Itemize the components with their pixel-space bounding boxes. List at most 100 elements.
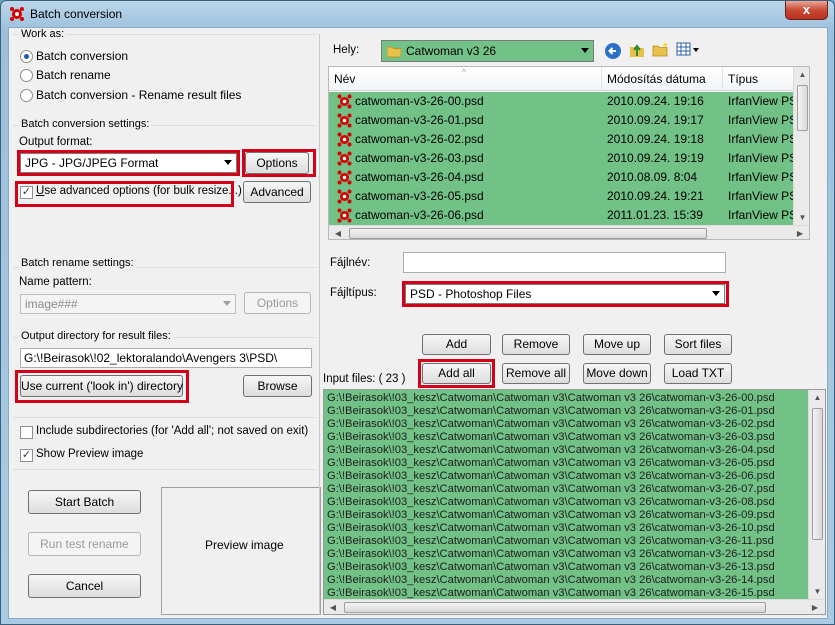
show-preview-checkbox[interactable]: ✓: [20, 449, 33, 462]
conversion-settings-title: Batch conversion settings:: [19, 118, 152, 130]
file-name: catwoman-v3-26-05.psd: [355, 189, 484, 203]
chevron-down-icon: [223, 301, 231, 306]
show-preview-label[interactable]: Show Preview image: [36, 448, 143, 460]
scroll-right-icon[interactable]: ▶: [810, 603, 820, 612]
radio-conversion-rename-label[interactable]: Batch conversion - Rename result files: [36, 88, 241, 102]
name-pattern-select[interactable]: image###: [20, 294, 236, 314]
filetype-label: Fájltípus:: [330, 287, 377, 299]
file-list[interactable]: Név ^ Módosítás dátuma Típus catwoman-v3…: [328, 66, 810, 240]
input-file-item[interactable]: G:\!Beirasok\!03_kesz\Catwoman\Catwoman …: [327, 483, 775, 496]
rename-options-button[interactable]: Options: [244, 292, 311, 314]
input-file-item[interactable]: G:\!Beirasok\!03_kesz\Catwoman\Catwoman …: [327, 405, 775, 418]
window-title: Batch conversion: [30, 7, 123, 21]
input-file-item[interactable]: G:\!Beirasok\!03_kesz\Catwoman\Catwoman …: [327, 470, 775, 483]
move-down-button[interactable]: Move down: [583, 363, 651, 384]
look-in-select[interactable]: Catwoman v3 26: [381, 40, 594, 62]
filename-label: Fájlnév:: [330, 257, 371, 269]
file-row[interactable]: catwoman-v3-26-06.psd 2011.01.23. 15:39 Ir…: [329, 206, 809, 225]
scroll-right-icon[interactable]: ▶: [795, 229, 805, 238]
scroll-left-icon[interactable]: ◀: [333, 229, 343, 238]
add-button[interactable]: Add: [422, 334, 491, 355]
title-bar[interactable]: Batch conversion x: [1, 1, 834, 27]
file-date: 2010.09.24. 19:16: [607, 94, 704, 108]
file-row[interactable]: catwoman-v3-26-02.psd 2010.09.24. 19:18 Ir…: [329, 130, 809, 149]
file-list-hscroll-thumb[interactable]: [349, 228, 707, 239]
radio-conversion-rename[interactable]: [20, 89, 33, 102]
input-file-item[interactable]: G:\!Beirasok\!03_kesz\Catwoman\Catwoman …: [327, 574, 775, 587]
input-file-item[interactable]: G:\!Beirasok\!03_kesz\Catwoman\Catwoman …: [327, 431, 775, 444]
input-files-list[interactable]: G:\!Beirasok\!03_kesz\Catwoman\Catwoman …: [323, 389, 826, 615]
name-pattern-label: Name pattern:: [19, 276, 92, 288]
scroll-left-icon[interactable]: ◀: [328, 603, 338, 612]
scroll-down-icon[interactable]: ▼: [809, 587, 825, 596]
load-txt-button[interactable]: Load TXT: [664, 363, 732, 384]
file-list-hscrollbar[interactable]: ◀ ▶: [329, 225, 809, 239]
advanced-button[interactable]: Advanced: [243, 181, 311, 203]
file-row[interactable]: catwoman-v3-26-00.psd 2010.09.24. 19:16 Ir…: [329, 92, 809, 111]
actions-divider: [13, 469, 316, 470]
radio-batch-rename[interactable]: [20, 69, 33, 82]
start-batch-button[interactable]: Start Batch: [28, 490, 141, 514]
psd-file-icon: [337, 94, 352, 109]
name-pattern-value: image###: [25, 297, 78, 311]
move-up-button[interactable]: Move up: [583, 334, 651, 355]
psd-file-icon: [337, 132, 352, 147]
input-file-item[interactable]: G:\!Beirasok\!03_kesz\Catwoman\Catwoman …: [327, 457, 775, 470]
run-test-rename-button[interactable]: Run test rename: [28, 532, 141, 556]
output-directory-input[interactable]: G:\!Beirasok\!02_lektoralando\Avengers 3…: [20, 348, 312, 368]
output-directory-title: Output directory for result files:: [19, 330, 173, 342]
up-folder-icon[interactable]: [628, 41, 646, 59]
close-icon: x: [802, 2, 811, 17]
radio-batch-conversion-label[interactable]: Batch conversion: [36, 49, 128, 63]
input-file-item[interactable]: G:\!Beirasok\!03_kesz\Catwoman\Catwoman …: [327, 392, 775, 405]
view-menu-icon[interactable]: [676, 42, 700, 58]
column-date[interactable]: Módosítás dátuma: [602, 67, 723, 91]
file-type: IrfanView PSD F: [728, 151, 794, 165]
browse-button[interactable]: Browse: [243, 375, 312, 397]
input-file-item[interactable]: G:\!Beirasok\!03_kesz\Catwoman\Catwoman …: [327, 509, 775, 522]
file-list-vscroll-thumb[interactable]: [797, 85, 808, 131]
input-list-hscrollbar[interactable]: ◀ ▶: [324, 599, 825, 614]
file-list-vscrollbar[interactable]: ▲ ▼: [793, 67, 809, 225]
file-row[interactable]: catwoman-v3-26-05.psd 2010.09.24. 19:21 Ir…: [329, 187, 809, 206]
folder-icon: [387, 46, 401, 58]
file-date: 2010.09.24. 19:17: [607, 113, 704, 127]
file-name: catwoman-v3-26-04.psd: [355, 170, 484, 184]
psd-file-icon: [337, 113, 352, 128]
input-file-item[interactable]: G:\!Beirasok\!03_kesz\Catwoman\Catwoman …: [327, 522, 775, 535]
filename-input[interactable]: [403, 252, 726, 273]
input-file-item[interactable]: G:\!Beirasok\!03_kesz\Catwoman\Catwoman …: [327, 418, 775, 431]
close-button[interactable]: x: [785, 1, 828, 20]
input-list-vscroll-thumb[interactable]: [812, 408, 823, 540]
sort-files-button[interactable]: Sort files: [664, 334, 732, 355]
scroll-down-icon[interactable]: ▼: [794, 213, 809, 222]
file-row[interactable]: catwoman-v3-26-01.psd 2010.09.24. 19:17 Ir…: [329, 111, 809, 130]
file-type: IrfanView PSD F: [728, 132, 794, 146]
remove-all-button[interactable]: Remove all: [502, 363, 570, 384]
input-list-hscroll-thumb[interactable]: [344, 602, 766, 613]
batch-conversion-window: Batch conversion x Work as: Batch conver…: [0, 0, 835, 625]
radio-batch-conversion[interactable]: [20, 50, 33, 63]
input-file-item[interactable]: G:\!Beirasok\!03_kesz\Catwoman\Catwoman …: [327, 535, 774, 548]
file-row[interactable]: catwoman-v3-26-03.psd 2010.09.24. 19:19 Ir…: [329, 149, 809, 168]
include-subdirectories-label[interactable]: Include subdirectories (for 'Add all'; n…: [36, 425, 308, 437]
file-row[interactable]: catwoman-v3-26-04.psd 2010.08.09. 8:04 Irf…: [329, 168, 809, 187]
output-format-label: Output format:: [19, 136, 93, 148]
new-folder-icon[interactable]: [652, 41, 670, 59]
scroll-up-icon[interactable]: ▲: [809, 393, 825, 402]
scroll-up-icon[interactable]: ▲: [794, 70, 809, 79]
input-file-item[interactable]: G:\!Beirasok\!03_kesz\Catwoman\Catwoman …: [327, 548, 775, 561]
file-name: catwoman-v3-26-03.psd: [355, 151, 484, 165]
input-file-item[interactable]: G:\!Beirasok\!03_kesz\Catwoman\Catwoman …: [327, 444, 775, 457]
radio-batch-rename-label[interactable]: Batch rename: [36, 68, 111, 82]
file-name: catwoman-v3-26-06.psd: [355, 208, 484, 222]
use-current-directory-highlight: [15, 370, 189, 403]
input-list-vscrollbar[interactable]: ▲ ▼: [808, 390, 825, 599]
back-arrow-icon[interactable]: [604, 42, 622, 60]
remove-button[interactable]: Remove: [502, 334, 570, 355]
cancel-button[interactable]: Cancel: [28, 574, 141, 598]
include-subdirectories-checkbox[interactable]: [20, 426, 33, 439]
input-file-item[interactable]: G:\!Beirasok\!03_kesz\Catwoman\Catwoman …: [327, 561, 775, 574]
input-file-item[interactable]: G:\!Beirasok\!03_kesz\Catwoman\Catwoman …: [327, 496, 775, 509]
options-highlight: [242, 149, 316, 177]
